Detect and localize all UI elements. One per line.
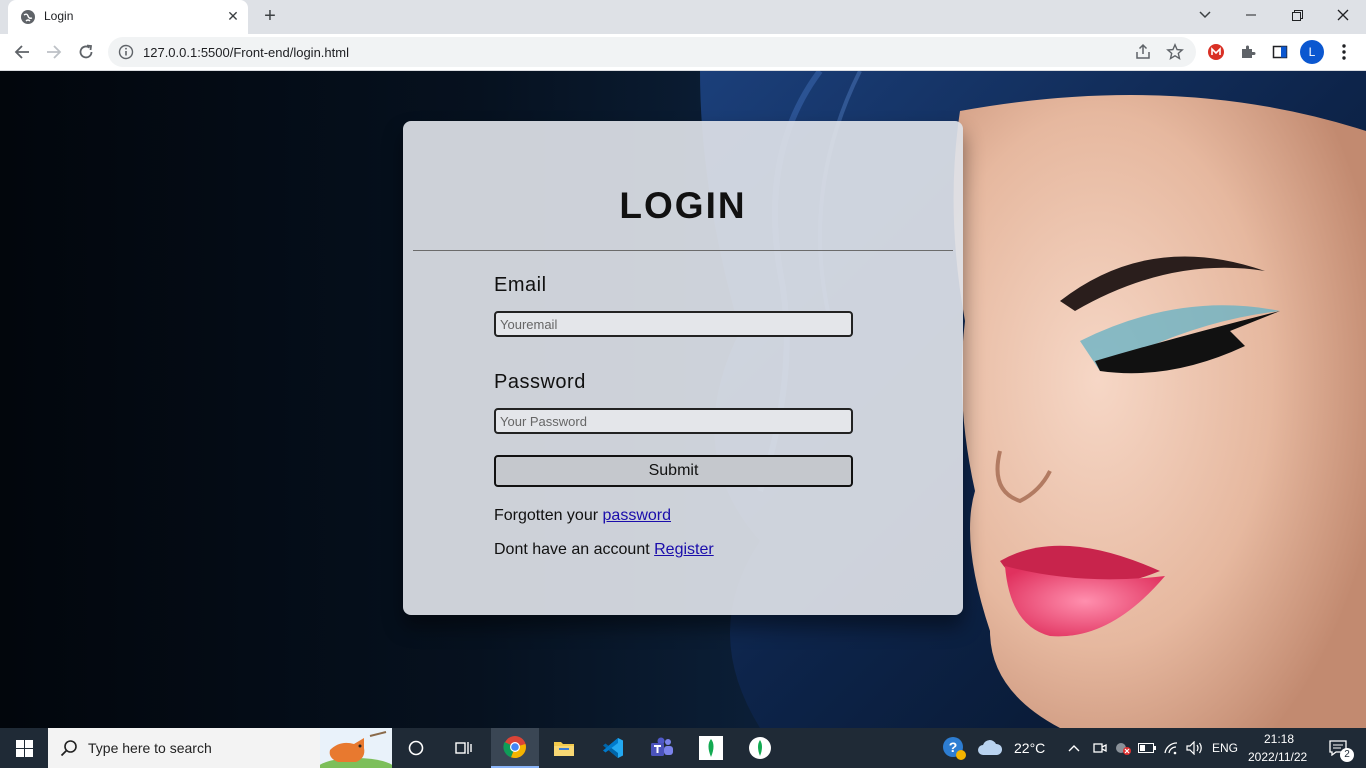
file-explorer-icon[interactable] xyxy=(540,728,588,768)
battery-icon[interactable] xyxy=(1136,728,1158,768)
arrow-right-icon xyxy=(47,45,62,59)
close-window-button[interactable] xyxy=(1320,0,1366,30)
reload-icon xyxy=(79,44,93,59)
login-card: LOGIN Email Password Submit Forgotten yo… xyxy=(403,121,963,615)
teams-icon[interactable] xyxy=(638,728,686,768)
search-icon xyxy=(60,740,77,757)
tab-strip: Login ✕ + xyxy=(0,0,1366,34)
clock-time[interactable]: 21:18 xyxy=(1264,732,1294,746)
taskbar-search-box[interactable]: Type here to search xyxy=(48,728,392,768)
reload-button[interactable] xyxy=(74,40,98,64)
restore-button[interactable] xyxy=(1274,0,1320,30)
input-language[interactable]: ENG xyxy=(1212,741,1238,755)
task-view-icon[interactable] xyxy=(440,728,488,768)
wifi-icon[interactable] xyxy=(1160,728,1182,768)
mongodb-compass-icon[interactable] xyxy=(687,728,735,768)
side-panel-icon[interactable] xyxy=(1270,42,1290,62)
weather-cloud-icon[interactable] xyxy=(970,728,1010,768)
profile-initial: L xyxy=(1308,45,1316,59)
back-button[interactable] xyxy=(10,40,34,64)
bookmark-star-icon[interactable] xyxy=(1166,43,1184,61)
extensions-puzzle-icon[interactable] xyxy=(1238,42,1258,62)
mongodb-shell-icon[interactable] xyxy=(736,728,784,768)
heading-divider xyxy=(413,250,953,251)
windows-logo-icon xyxy=(15,739,33,757)
login-page: LOGIN Email Password Submit Forgotten yo… xyxy=(0,71,1366,728)
globe-icon xyxy=(21,10,35,24)
login-heading: LOGIN xyxy=(619,185,747,226)
notification-center-button[interactable]: 2 xyxy=(1316,728,1360,768)
password-label: Password xyxy=(494,371,586,393)
tray-chevron-up-icon[interactable] xyxy=(1062,728,1086,768)
search-placeholder: Type here to search xyxy=(88,740,212,756)
tab-title: Login xyxy=(44,9,74,23)
forgot-password-text: Forgotten your xyxy=(494,507,599,524)
tab-search-chevron-icon[interactable] xyxy=(1182,0,1228,30)
windows-taskbar: Type here to search ? 22°C ENG 21:18 202… xyxy=(0,728,1366,768)
volume-icon[interactable] xyxy=(1184,728,1206,768)
notification-badge: 2 xyxy=(1340,748,1354,762)
mail-extension-icon[interactable] xyxy=(1206,42,1226,62)
forgot-password-line: Forgotten your password xyxy=(494,507,671,525)
email-label: Email xyxy=(494,274,547,296)
register-line: Dont have an account Register xyxy=(494,541,714,559)
forward-button[interactable] xyxy=(42,40,66,64)
chrome-taskbar-icon[interactable] xyxy=(491,728,539,768)
new-tab-button[interactable]: + xyxy=(258,5,282,29)
svg-text:?: ? xyxy=(949,739,958,755)
url-text: 127.0.0.1:5500/Front-end/login.html xyxy=(143,45,349,60)
clock-date[interactable]: 2022/11/22 xyxy=(1248,750,1307,764)
chrome-menu-icon[interactable] xyxy=(1334,42,1354,62)
register-link[interactable]: Register xyxy=(654,541,714,558)
register-text: Dont have an account xyxy=(494,541,650,558)
password-field[interactable] xyxy=(494,408,853,434)
cortana-icon[interactable] xyxy=(392,728,440,768)
meet-now-icon[interactable] xyxy=(1088,728,1110,768)
tab-close-icon[interactable]: ✕ xyxy=(224,7,242,25)
start-button[interactable] xyxy=(0,728,48,768)
forgot-password-link[interactable]: password xyxy=(603,507,671,524)
vscode-icon[interactable] xyxy=(589,728,637,768)
weather-temperature[interactable]: 22°C xyxy=(1014,740,1045,756)
submit-button[interactable]: Submit xyxy=(494,455,853,487)
address-bar[interactable]: 127.0.0.1:5500/Front-end/login.html xyxy=(108,37,1196,67)
profile-avatar[interactable]: L xyxy=(1300,40,1324,64)
browser-tab[interactable]: Login ✕ xyxy=(8,0,248,34)
network-error-icon[interactable] xyxy=(1112,728,1134,768)
share-icon[interactable] xyxy=(1134,43,1152,61)
email-field[interactable] xyxy=(494,311,853,337)
browser-toolbar: 127.0.0.1:5500/Front-end/login.html L xyxy=(0,34,1366,71)
info-icon[interactable] xyxy=(118,44,134,60)
arrow-left-icon xyxy=(14,45,29,59)
minimize-button[interactable] xyxy=(1228,0,1274,30)
search-highlight-fox-image xyxy=(320,728,392,768)
